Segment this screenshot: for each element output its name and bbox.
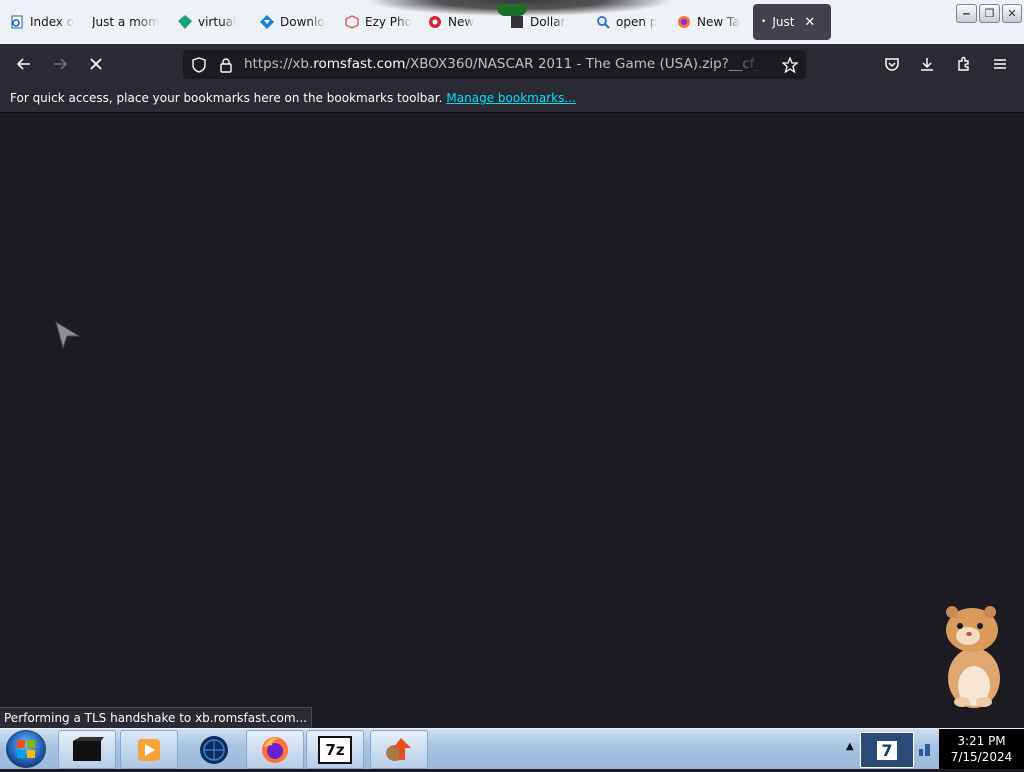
taskbar-app-firefox[interactable] bbox=[246, 730, 304, 769]
clock-date: 7/15/2024 bbox=[950, 750, 1013, 764]
bookmarks-hint: For quick access, place your bookmarks h… bbox=[10, 84, 576, 112]
hamster-desktop-pet bbox=[946, 606, 1000, 708]
status-panel: Performing a TLS handshake to xb.romsfas… bbox=[0, 707, 312, 729]
network-icon[interactable] bbox=[918, 741, 932, 757]
tab-index[interactable]: Index o bbox=[10, 4, 78, 40]
globe-icon bbox=[200, 735, 228, 764]
firefox-icon bbox=[677, 15, 691, 29]
tab-strip: Index o Just a mom virtual Downlo Ezy Ph… bbox=[0, 0, 1024, 44]
taskbar-app-globe[interactable] bbox=[185, 730, 243, 769]
back-button[interactable] bbox=[10, 50, 38, 78]
tab-ezy-photo[interactable]: Ezy Pho bbox=[345, 4, 413, 40]
tab-label: Just bbox=[772, 15, 795, 29]
pocket-button[interactable] bbox=[878, 50, 906, 78]
close-tab-icon[interactable]: ✕ bbox=[804, 15, 815, 30]
page-content bbox=[0, 113, 1024, 728]
shield-icon[interactable] bbox=[190, 56, 207, 73]
media-player-icon bbox=[138, 738, 160, 761]
red-circle-icon bbox=[428, 15, 442, 29]
downloads-button[interactable] bbox=[913, 50, 941, 78]
taskbar-app-cat-arrow[interactable] bbox=[370, 730, 428, 769]
cat-arrow-icon bbox=[386, 737, 411, 761]
hexagon-icon bbox=[345, 15, 359, 29]
close-window-button[interactable]: ✕ bbox=[1002, 4, 1022, 23]
tab-label: Dollar bbox=[530, 15, 566, 29]
bookmarks-hint-text: For quick access, place your bookmarks h… bbox=[10, 91, 443, 105]
clock-time: 3:21 PM bbox=[957, 734, 1006, 748]
tab-new[interactable]: New bbox=[428, 4, 488, 40]
tab-new-tab[interactable]: New Ta bbox=[677, 4, 743, 40]
show-hidden-icons-arrow-icon[interactable]: ▲ bbox=[846, 741, 854, 752]
puzzle-icon bbox=[958, 56, 969, 71]
mouse-pointer-icon bbox=[55, 320, 81, 350]
tab-open-p[interactable]: open p bbox=[596, 4, 662, 40]
stop-x-icon bbox=[90, 58, 102, 70]
tray-app-icon[interactable]: 7 bbox=[860, 732, 914, 768]
url-path: /XBOX360/NASCAR 2011 - The Game (USA).zi… bbox=[405, 56, 764, 72]
tab-dollar[interactable]: Dollar bbox=[510, 4, 574, 40]
diamond-icon bbox=[178, 15, 192, 29]
ie-page-icon bbox=[10, 15, 24, 29]
7zip-icon: 7z bbox=[318, 735, 352, 764]
taskbar: 7z ▲ 7 3:21 PM 7/15/2024 bbox=[0, 728, 1024, 769]
tab-label: Index o bbox=[30, 15, 75, 29]
loading-dot-icon: • bbox=[761, 17, 767, 27]
restore-button[interactable]: ❐ bbox=[979, 4, 1000, 23]
minimize-button[interactable]: ‒ bbox=[956, 4, 977, 23]
tab-label: open p bbox=[616, 15, 658, 29]
tab-label: New Ta bbox=[697, 15, 740, 29]
tab-label: New bbox=[448, 15, 475, 29]
forward-button[interactable] bbox=[46, 50, 74, 78]
system-tray: ▲ 7 bbox=[842, 729, 938, 769]
manage-bookmarks-link[interactable]: Manage bookmarks... bbox=[446, 91, 575, 105]
hamburger-menu-icon bbox=[994, 59, 1006, 69]
start-button[interactable] bbox=[6, 730, 46, 768]
tab-label: virtual bbox=[198, 15, 237, 29]
tab-virtual[interactable]: virtual bbox=[178, 4, 246, 40]
url-bar[interactable]: https://xb.romsfast.com/XBOX360/NASCAR 2… bbox=[183, 50, 806, 79]
tab-label: Just a mom bbox=[92, 15, 160, 29]
tab-label: Downlo bbox=[280, 15, 325, 29]
taskbar-app-black-box[interactable] bbox=[58, 730, 116, 769]
tab-download[interactable]: Downlo bbox=[260, 4, 332, 40]
firefox-icon bbox=[262, 736, 288, 763]
taskbar-app-7zip[interactable]: 7z bbox=[306, 730, 364, 769]
black-box-icon bbox=[73, 736, 104, 761]
download-diamond-icon bbox=[260, 15, 274, 29]
menu-button[interactable] bbox=[986, 50, 1014, 78]
url-text[interactable]: https://xb.romsfast.com/XBOX360/NASCAR 2… bbox=[244, 50, 764, 79]
tray-seven-label: 7 bbox=[877, 740, 897, 760]
stop-loading-button[interactable] bbox=[82, 50, 110, 78]
url-prefix: https://xb. bbox=[244, 56, 314, 72]
url-host: romsfast.com bbox=[313, 56, 406, 72]
forward-arrow-icon bbox=[54, 58, 68, 70]
clock[interactable]: 3:21 PM 7/15/2024 bbox=[939, 729, 1024, 769]
download-icon bbox=[921, 58, 933, 71]
back-arrow-icon bbox=[16, 58, 30, 70]
tab-label: Ezy Pho bbox=[365, 15, 412, 29]
bookmarks-toolbar: For quick access, place your bookmarks h… bbox=[0, 84, 1024, 113]
extensions-button[interactable] bbox=[950, 50, 978, 78]
search-icon bbox=[596, 15, 610, 29]
lock-icon[interactable] bbox=[217, 56, 234, 73]
tab-just-a-moment[interactable]: Just a mom bbox=[92, 4, 164, 40]
windows-logo-icon bbox=[17, 740, 35, 758]
status-text: Performing a TLS handshake to xb.romsfas… bbox=[4, 711, 307, 725]
dark-square-icon bbox=[510, 15, 524, 29]
bookmark-star-icon[interactable] bbox=[781, 56, 798, 73]
tab-active-just[interactable]: • Just ✕ bbox=[753, 4, 831, 40]
pocket-icon bbox=[885, 58, 899, 71]
taskbar-app-media-player[interactable] bbox=[120, 730, 178, 769]
